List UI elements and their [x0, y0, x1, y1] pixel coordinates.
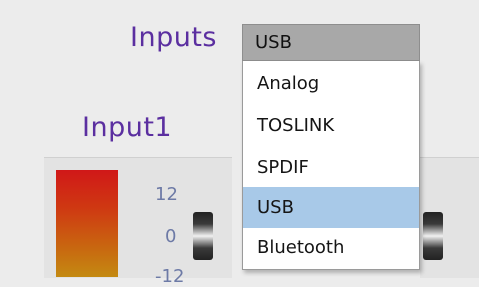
- inputs-label: Inputs: [130, 22, 217, 53]
- scale-tick-0: 0: [165, 226, 177, 247]
- level-meter: [56, 170, 118, 277]
- fader-knob[interactable]: [193, 212, 213, 260]
- inputs-select-value: USB: [255, 32, 292, 53]
- dropdown-option-analog[interactable]: Analog: [243, 63, 419, 104]
- inputs-dropdown-list: Analog TOSLINK SPDIF USB Bluetooth: [242, 61, 420, 270]
- scale-tick-12: 12: [155, 184, 178, 205]
- dropdown-option-toslink[interactable]: TOSLINK: [243, 105, 419, 146]
- inputs-select[interactable]: USB: [242, 24, 420, 61]
- dropdown-option-usb[interactable]: USB: [243, 187, 419, 228]
- dropdown-option-bluetooth[interactable]: Bluetooth: [243, 227, 419, 268]
- second-fader-knob[interactable]: [423, 212, 443, 260]
- channel-title: Input1: [82, 112, 173, 143]
- dropdown-option-spdif[interactable]: SPDIF: [243, 147, 419, 188]
